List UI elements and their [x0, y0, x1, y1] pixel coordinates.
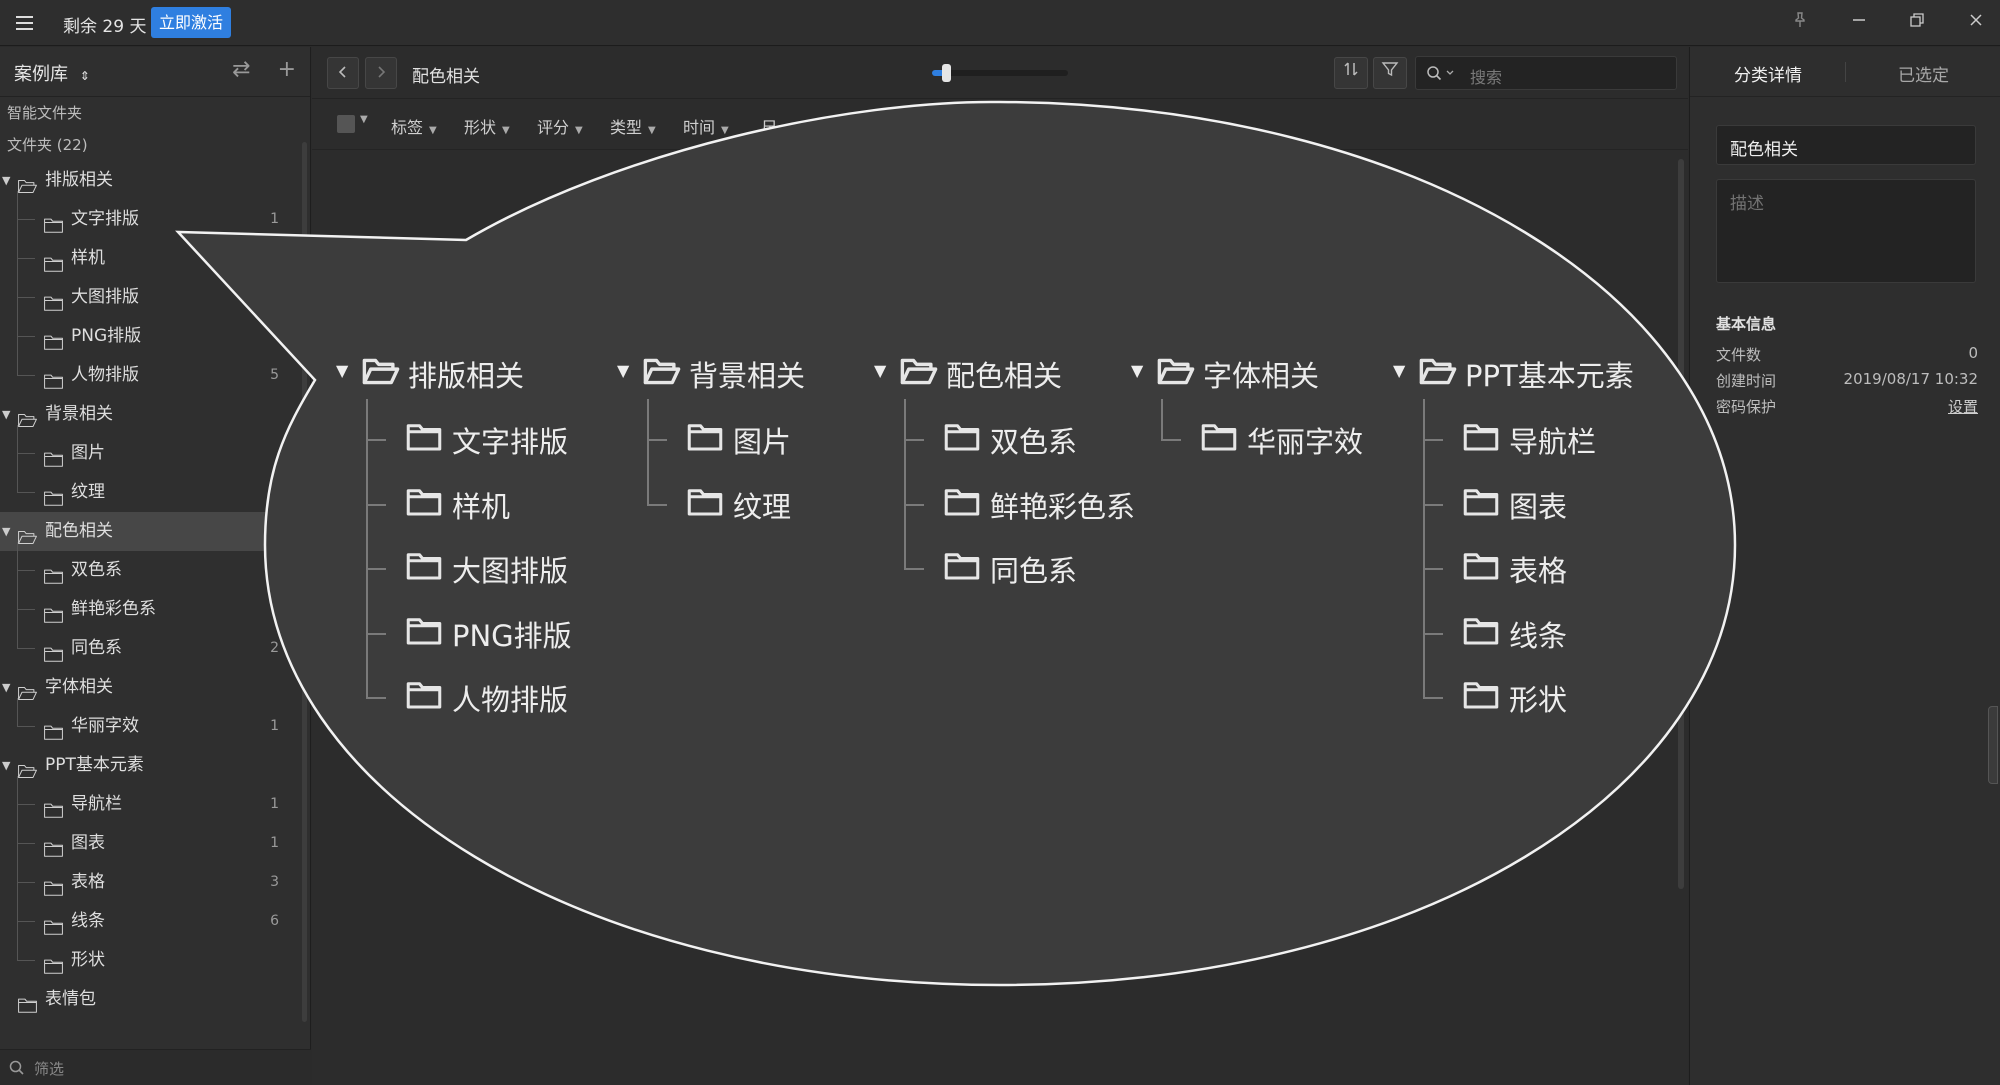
callout-folder-label: 人物排版: [452, 683, 569, 717]
tree-connector: [366, 399, 368, 698]
callout-folder-label: 鲜艳彩色系: [990, 489, 1136, 524]
callout-folder-label: 双色系: [990, 425, 1078, 459]
callout-folder-label: 表格: [1509, 554, 1568, 588]
callout-folder-label: 纹理: [733, 489, 792, 524]
folder-open-icon: [362, 355, 400, 395]
folder-open-icon: [1419, 355, 1457, 395]
tree-connector: [904, 399, 906, 569]
folder-icon: [944, 550, 980, 589]
callout-folder-label: 大图排版: [452, 554, 569, 588]
tree-connector: [1423, 632, 1443, 635]
folder-open-icon: [643, 355, 681, 395]
folder-open-icon: [900, 355, 938, 395]
expand-caret-icon: ▼: [1131, 361, 1144, 380]
callout-folder-label: 背景相关: [689, 359, 806, 393]
tree-connector: [904, 503, 924, 506]
tree-connector: [366, 568, 386, 570]
callout-folder-label: 同色系: [990, 554, 1078, 588]
callout-folder-label: 图片: [733, 425, 792, 459]
tree-connector: [366, 503, 386, 506]
tree-connector: [1423, 503, 1443, 506]
folder-icon: [944, 421, 980, 460]
tree-connector: [1423, 399, 1425, 698]
folder-icon: [1463, 615, 1499, 654]
tree-connector: [1161, 439, 1181, 441]
folder-icon: [1463, 679, 1499, 718]
tree-connector: [647, 439, 667, 441]
folder-icon: [406, 615, 442, 654]
expand-caret-icon: ▼: [617, 361, 630, 380]
folder-icon: [687, 421, 723, 460]
tree-connector: [366, 439, 386, 441]
folder-icon: [1463, 486, 1499, 525]
folder-icon: [944, 486, 980, 525]
tree-connector: [647, 503, 667, 506]
tree-connector: [1423, 697, 1443, 699]
callout-folder-label: 图表: [1509, 489, 1568, 524]
tree-connector: [1161, 399, 1163, 440]
callout-folder-label: PNG排版: [452, 618, 572, 653]
callout-folder-label: 形状: [1509, 683, 1568, 717]
callout-folder-label: 配色相关: [946, 359, 1063, 393]
tree-connector: [366, 632, 386, 635]
callout-folder-label: 样机: [452, 489, 511, 524]
folder-icon: [406, 550, 442, 589]
folder-icon: [687, 486, 723, 525]
tree-connector: [647, 399, 649, 505]
folder-icon: [1463, 550, 1499, 589]
callout-folder-label: 文字排版: [452, 425, 569, 459]
tree-connector: [366, 697, 386, 699]
folder-icon: [1201, 421, 1237, 460]
callout-folder-label: 线条: [1509, 618, 1568, 653]
folder-icon: [406, 679, 442, 718]
callout-folder-label: 导航栏: [1509, 425, 1597, 459]
tree-connector: [1423, 568, 1443, 570]
expand-caret-icon: ▼: [874, 361, 887, 380]
folder-icon: [1463, 421, 1499, 460]
folder-open-icon: [1157, 355, 1195, 395]
callout-folder-tree: ▼ 排版相关文字排版样机大图排版 PNG排版人物排版 ▼ 背景相关图片纹理 ▼ 配色相关双色…: [0, 0, 2000, 1085]
callout-folder-label: 华丽字效: [1247, 425, 1364, 459]
folder-icon: [406, 486, 442, 525]
tree-connector: [904, 439, 924, 441]
callout-folder-label: 字体相关: [1203, 359, 1320, 393]
tree-connector: [1423, 439, 1443, 441]
tree-connector: [904, 568, 924, 570]
expand-caret-icon: ▼: [336, 361, 349, 380]
callout-folder-label: PPT基本元素: [1465, 359, 1634, 393]
expand-caret-icon: ▼: [1393, 361, 1406, 380]
callout-folder-label: 排版相关: [408, 359, 525, 393]
folder-icon: [406, 421, 442, 460]
